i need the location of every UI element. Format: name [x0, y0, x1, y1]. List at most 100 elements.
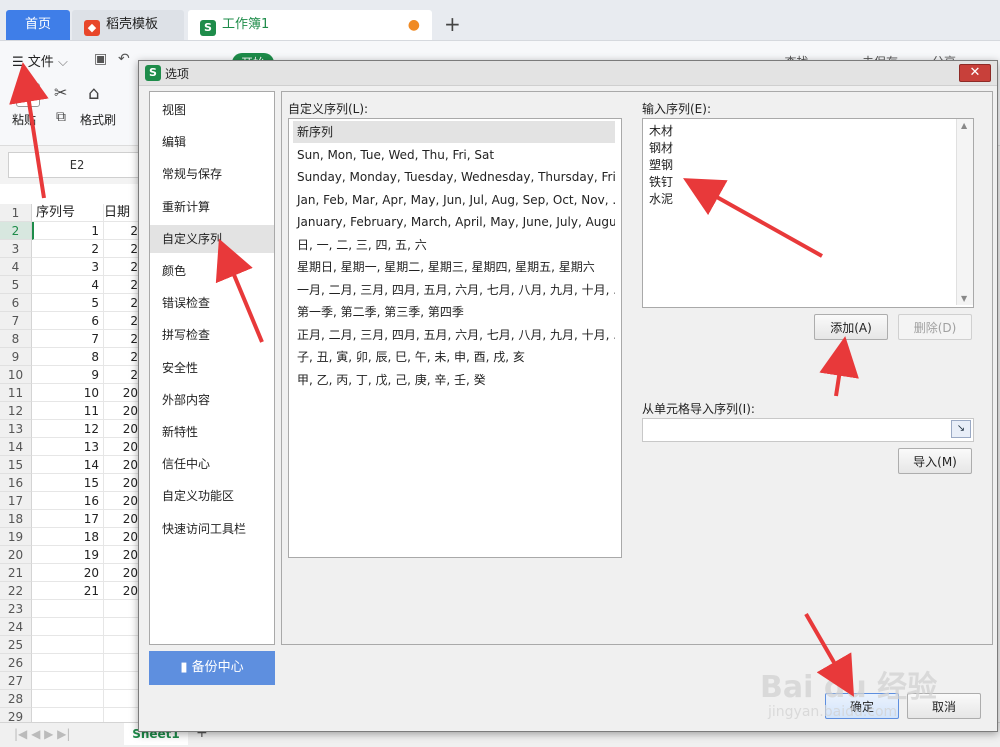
- options-nav-item[interactable]: 新特性: [150, 418, 274, 446]
- cell-b[interactable]: 20: [104, 528, 140, 546]
- options-nav-item[interactable]: 自定义序列: [150, 224, 274, 253]
- cell-a[interactable]: 21: [32, 582, 104, 600]
- sheet-grid[interactable]: 1 序列号 日期 2 1 2 3 2 2 4 3 2 5 4 2 6 5 2 7 6 2 8 7 2 9 8 2 10 9 2 11 10 20…: [0, 184, 140, 726]
- cell-a[interactable]: 4: [32, 276, 104, 294]
- cell-a[interactable]: 9: [32, 366, 104, 384]
- cell-a[interactable]: 序列号: [32, 204, 104, 222]
- row-header[interactable]: 9: [0, 348, 32, 366]
- row-header[interactable]: 15: [0, 456, 32, 474]
- options-nav-item[interactable]: 自定义功能区: [150, 482, 274, 510]
- options-nav-item[interactable]: 重新计算: [150, 193, 274, 221]
- row-header[interactable]: 11: [0, 384, 32, 402]
- cell-a[interactable]: [32, 672, 104, 690]
- custom-list-item[interactable]: January, February, March, April, May, Ju…: [293, 211, 615, 233]
- save-icon[interactable]: ▣: [94, 51, 107, 67]
- row-header[interactable]: 13: [0, 420, 32, 438]
- undo-icon[interactable]: ↶: [118, 51, 130, 67]
- row-header[interactable]: 14: [0, 438, 32, 456]
- cell-b[interactable]: 2: [104, 240, 140, 258]
- custom-list-item[interactable]: Sunday, Monday, Tuesday, Wednesday, Thur…: [293, 166, 615, 188]
- name-box[interactable]: E2: [8, 152, 146, 178]
- cell-a[interactable]: 14: [32, 456, 104, 474]
- cell-b[interactable]: 2: [104, 312, 140, 330]
- import-button[interactable]: 导入(M): [898, 448, 972, 474]
- cell-b[interactable]: 20: [104, 582, 140, 600]
- cell-b[interactable]: 20: [104, 546, 140, 564]
- backup-center-button[interactable]: ▮ 备份中心: [149, 651, 275, 685]
- row-header[interactable]: 12: [0, 402, 32, 420]
- cell-a[interactable]: 1: [32, 222, 104, 240]
- cell-a[interactable]: [32, 636, 104, 654]
- cell-b[interactable]: 2: [104, 366, 140, 384]
- row-header[interactable]: 17: [0, 492, 32, 510]
- cell-b[interactable]: 2: [104, 330, 140, 348]
- cut-icon[interactable]: ✂: [54, 83, 67, 102]
- entry-scrollbar[interactable]: ▲ ▼: [956, 119, 973, 305]
- tab-workbook[interactable]: S 工作簿1 ●: [188, 10, 432, 40]
- cell-a[interactable]: 16: [32, 492, 104, 510]
- row-header[interactable]: 26: [0, 654, 32, 672]
- row-header[interactable]: 5: [0, 276, 32, 294]
- sheet-nav-arrows-icon[interactable]: |◀ ◀ ▶ ▶|: [14, 727, 70, 741]
- options-nav-item[interactable]: 信任中心: [150, 450, 274, 478]
- copy-icon[interactable]: ⧉: [56, 109, 66, 125]
- import-range-input[interactable]: ↘: [642, 418, 974, 442]
- options-nav-item[interactable]: 拼写检查: [150, 321, 274, 349]
- custom-list-item[interactable]: 星期日, 星期一, 星期二, 星期三, 星期四, 星期五, 星期六: [293, 256, 615, 278]
- row-header[interactable]: 6: [0, 294, 32, 312]
- cell-a[interactable]: 15: [32, 474, 104, 492]
- cell-a[interactable]: 20: [32, 564, 104, 582]
- cell-a[interactable]: 8: [32, 348, 104, 366]
- range-picker-icon[interactable]: ↘: [951, 420, 971, 438]
- custom-list-item[interactable]: 新序列: [293, 121, 615, 143]
- row-header[interactable]: 28: [0, 690, 32, 708]
- cell-b[interactable]: [104, 690, 140, 708]
- cell-a[interactable]: 3: [32, 258, 104, 276]
- cell-a[interactable]: [32, 618, 104, 636]
- cell-a[interactable]: 6: [32, 312, 104, 330]
- row-header[interactable]: 7: [0, 312, 32, 330]
- row-header[interactable]: 16: [0, 474, 32, 492]
- options-nav-item[interactable]: 外部内容: [150, 386, 274, 414]
- row-header[interactable]: 19: [0, 528, 32, 546]
- paste-button[interactable]: 粘贴: [12, 111, 36, 128]
- row-header[interactable]: 20: [0, 546, 32, 564]
- cell-a[interactable]: [32, 690, 104, 708]
- tab-template[interactable]: ◆ 稻壳模板: [72, 10, 184, 40]
- cell-b[interactable]: [104, 654, 140, 672]
- cell-b[interactable]: 2: [104, 258, 140, 276]
- cell-a[interactable]: 12: [32, 420, 104, 438]
- cell-b[interactable]: 20: [104, 402, 140, 420]
- cell-b[interactable]: [104, 636, 140, 654]
- row-header[interactable]: 8: [0, 330, 32, 348]
- options-nav-item[interactable]: 编辑: [150, 128, 274, 156]
- cell-a[interactable]: 5: [32, 294, 104, 312]
- custom-list-item[interactable]: Jan, Feb, Mar, Apr, May, Jun, Jul, Aug, …: [293, 189, 615, 211]
- custom-list-item[interactable]: 一月, 二月, 三月, 四月, 五月, 六月, 七月, 八月, 九月, 十月, …: [293, 279, 615, 301]
- format-painter-button[interactable]: 格式刷: [80, 111, 116, 128]
- cell-a[interactable]: 10: [32, 384, 104, 402]
- paste-icon[interactable]: [16, 83, 40, 107]
- row-header[interactable]: 4: [0, 258, 32, 276]
- row-header[interactable]: 27: [0, 672, 32, 690]
- cell-b[interactable]: [104, 618, 140, 636]
- add-button[interactable]: 添加(A): [814, 314, 888, 340]
- cell-b[interactable]: 20: [104, 510, 140, 528]
- cell-a[interactable]: 7: [32, 330, 104, 348]
- custom-list-box[interactable]: 新序列 Sun, Mon, Tue, Wed, Thu, Fri, Sat Sund…: [288, 118, 622, 558]
- cell-b[interactable]: 20: [104, 420, 140, 438]
- format-painter-icon[interactable]: ⌂: [88, 83, 99, 104]
- cell-b[interactable]: 20: [104, 474, 140, 492]
- cell-b[interactable]: 20: [104, 456, 140, 474]
- cell-b[interactable]: 日期: [104, 204, 140, 222]
- cell-b[interactable]: 20: [104, 384, 140, 402]
- custom-list-item[interactable]: 日, 一, 二, 三, 四, 五, 六: [293, 234, 615, 256]
- scroll-down-icon[interactable]: ▼: [961, 294, 967, 303]
- cell-a[interactable]: [32, 600, 104, 618]
- cell-b[interactable]: 2: [104, 222, 140, 240]
- entry-list-textarea[interactable]: ▲ ▼ 木材 钢材 塑钢 铁钉 水泥: [642, 118, 974, 308]
- cell-a[interactable]: [32, 654, 104, 672]
- cell-a[interactable]: 17: [32, 510, 104, 528]
- options-nav-item[interactable]: 常规与保存: [150, 160, 274, 188]
- row-header[interactable]: 18: [0, 510, 32, 528]
